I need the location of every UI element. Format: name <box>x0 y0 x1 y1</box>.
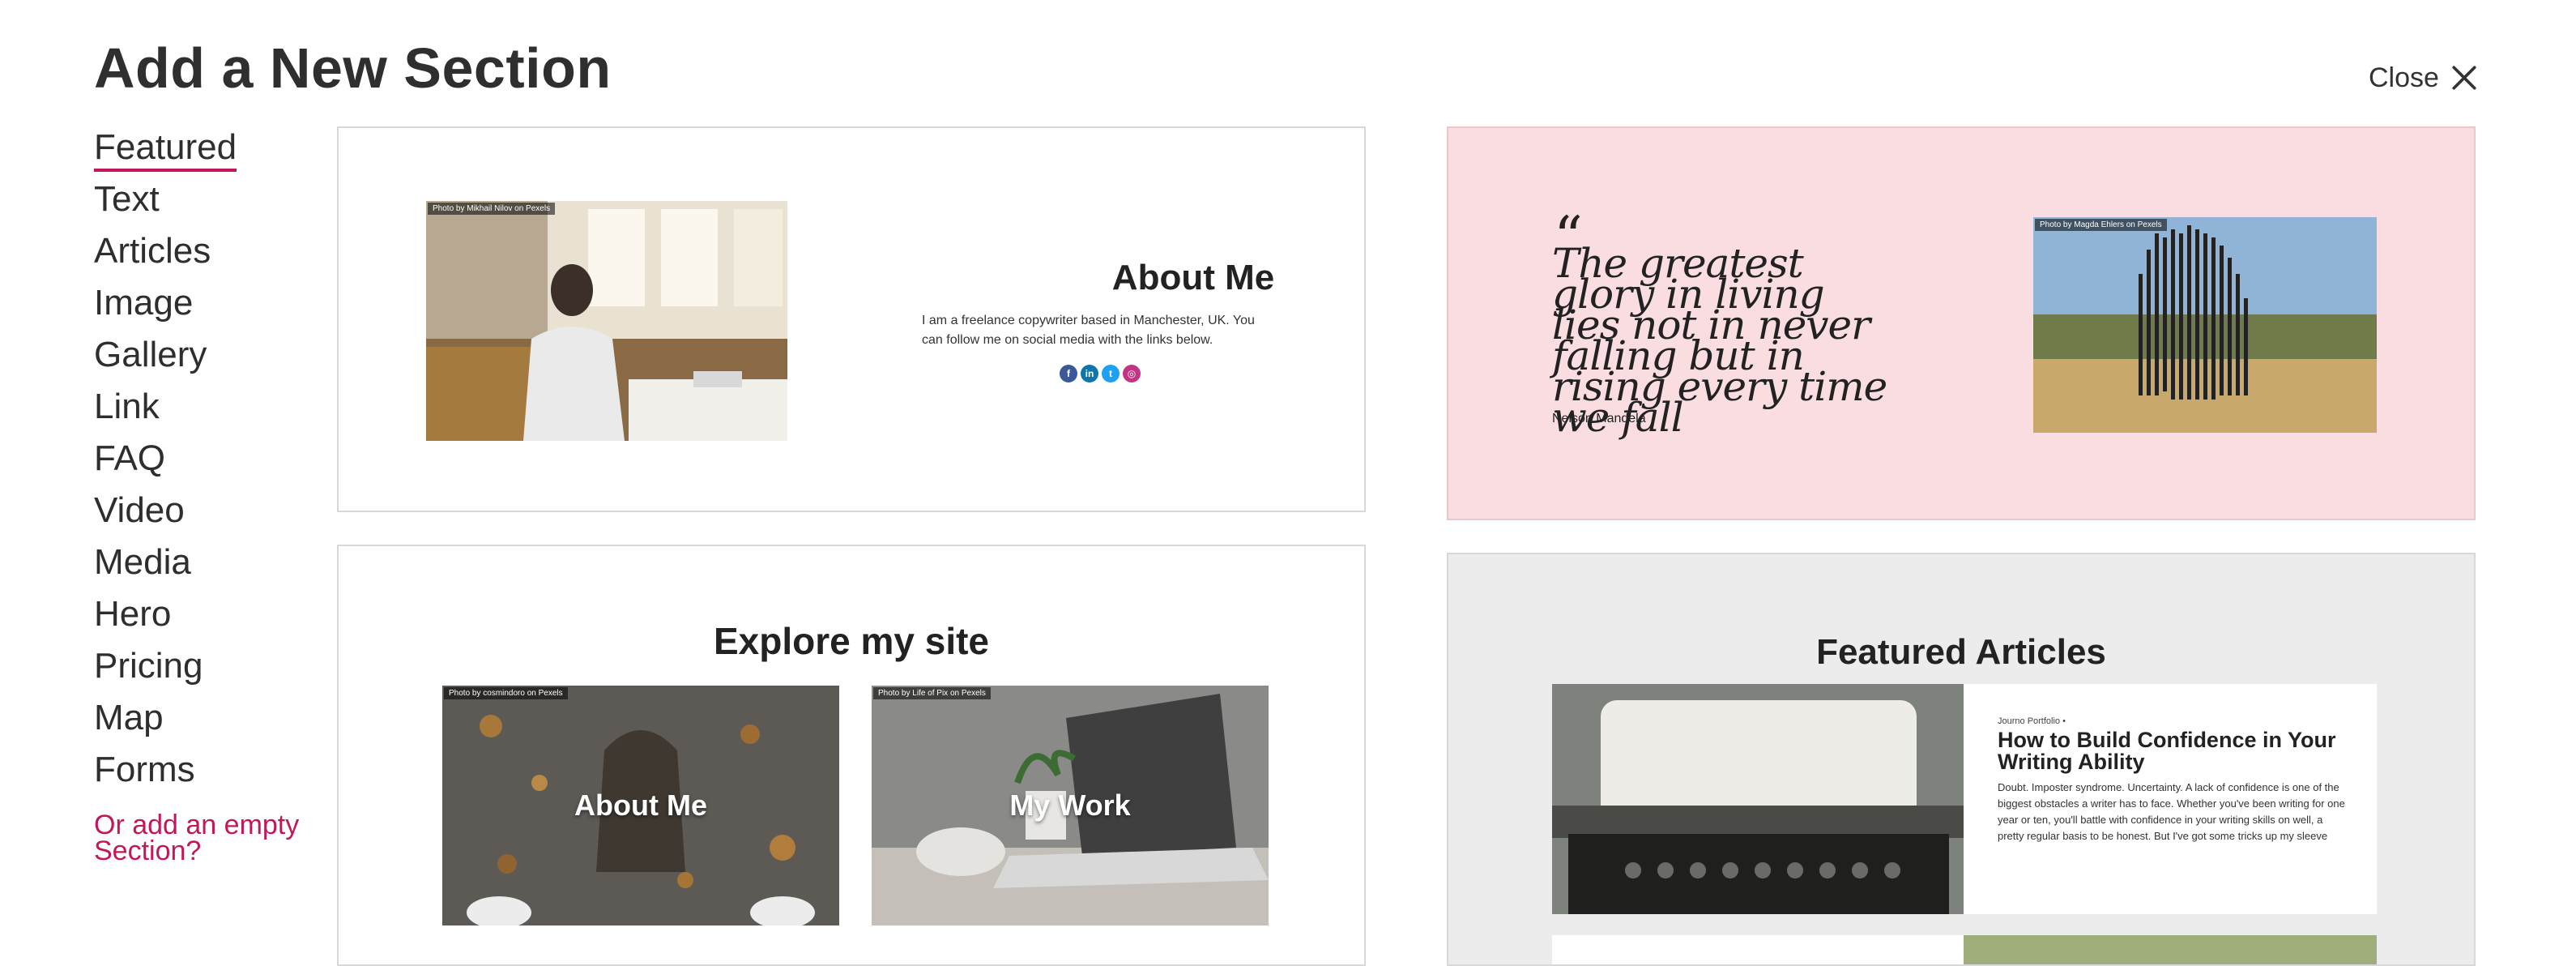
featured-articles-heading: Featured Articles <box>1816 632 2106 672</box>
sidebar-item-label: Forms <box>94 750 195 789</box>
photo-credit: Photo by cosmindoro on Pexels <box>444 687 568 699</box>
sidebar-item-label: Hero <box>94 594 172 634</box>
sidebar-item-label: Articles <box>94 231 211 271</box>
quote-text: The greatest glory in living lies not in… <box>1552 240 1887 441</box>
article-title: How to Build Confidence in Your Writing … <box>1998 728 2336 774</box>
about-heading: About Me <box>1111 258 1275 297</box>
close-icon <box>2452 66 2476 90</box>
linkedin-icon: in <box>1081 365 1098 383</box>
sidebar-item-label: Pricing <box>94 646 203 686</box>
sidebar-item-label: Gallery <box>94 335 207 374</box>
sidebar-item-pricing[interactable]: Pricing <box>94 640 321 692</box>
sidebar-item-hero[interactable]: Hero <box>94 588 321 640</box>
article-card: Journo Portfolio • How to Build Confiden… <box>1552 684 2377 914</box>
sidebar-item-label: Link <box>94 387 160 426</box>
sidebar-item-video[interactable]: Video <box>94 485 321 536</box>
sidebar-item-label: Featured <box>94 127 237 172</box>
article-excerpt: Doubt. Imposter syndrome. Uncertainty. A… <box>1998 781 2345 842</box>
tile-label: About Me <box>574 789 707 822</box>
quote-author: Nelson Mandela <box>1552 412 1646 425</box>
sidebar-item-featured[interactable]: Featured <box>94 122 321 173</box>
tile-label: My Work <box>1009 789 1131 822</box>
about-photo: Photo by Mikhail Nilov on Pexels <box>426 201 787 441</box>
sidebar-item-articles[interactable]: Articles <box>94 225 321 277</box>
section-type-sidebar: Featured Text Articles Image Gallery Lin… <box>94 122 321 865</box>
explore-tile-about: Photo by cosmindoro on Pexels About Me <box>442 686 839 925</box>
template-card-quote[interactable]: “ The greatest glory in living lies not … <box>1447 126 2476 520</box>
twitter-icon: t <box>1102 365 1120 383</box>
add-empty-section-link[interactable]: Or add an empty Section? <box>94 811 321 865</box>
photo-credit: Photo by Magda Ehlers on Pexels <box>2035 219 2167 231</box>
template-card-about-me[interactable]: Photo by Mikhail Nilov on Pexels About M… <box>337 126 1366 512</box>
sidebar-item-forms[interactable]: Forms <box>94 744 321 796</box>
dialog-title: Add a New Section <box>94 36 612 100</box>
facebook-icon: f <box>1060 365 1077 383</box>
close-label: Close <box>2369 62 2439 93</box>
close-button[interactable]: Close <box>2369 58 2478 97</box>
article-card-next-image <box>1964 935 2377 964</box>
sidebar-item-label: Map <box>94 698 164 737</box>
photo-credit: Photo by Mikhail Nilov on Pexels <box>428 203 556 215</box>
template-card-explore[interactable]: Explore my site Photo by cosmindoro on P… <box>337 545 1366 966</box>
sidebar-item-label: FAQ <box>94 438 166 478</box>
about-body: I am a freelance copywriter based in Man… <box>922 314 1255 347</box>
office-photo-image <box>426 201 787 441</box>
photo-credit: Photo by Life of Pix on Pexels <box>873 687 991 699</box>
instagram-icon: ◎ <box>1123 365 1141 383</box>
sidebar-item-label: Media <box>94 542 191 582</box>
sidebar-item-media[interactable]: Media <box>94 536 321 588</box>
sidebar-item-label: Image <box>94 283 194 323</box>
sculpture-photo: Photo by Magda Ehlers on Pexels <box>2033 217 2377 433</box>
typewriter-image <box>1552 684 1964 914</box>
sidebar-item-image[interactable]: Image <box>94 277 321 329</box>
sidebar-item-text[interactable]: Text <box>94 173 321 225</box>
explore-tile-work: Photo by Life of Pix on Pexels My Work <box>872 686 1269 925</box>
sidebar-item-map[interactable]: Map <box>94 692 321 744</box>
article-meta: Journo Portfolio • <box>1998 716 2066 726</box>
landscape-sculpture-image <box>2033 217 2377 433</box>
social-icons: f in t ◎ <box>1060 365 1141 383</box>
explore-heading: Explore my site <box>713 620 990 662</box>
article-card-next <box>1552 935 2377 964</box>
sidebar-item-label: Text <box>94 179 160 219</box>
sidebar-item-faq[interactable]: FAQ <box>94 433 321 485</box>
sidebar-item-gallery[interactable]: Gallery <box>94 329 321 381</box>
sidebar-item-label: Video <box>94 490 185 530</box>
template-card-featured-articles[interactable]: Featured Articles Journo Portfolio • How… <box>1447 553 2476 966</box>
sidebar-item-link[interactable]: Link <box>94 381 321 433</box>
